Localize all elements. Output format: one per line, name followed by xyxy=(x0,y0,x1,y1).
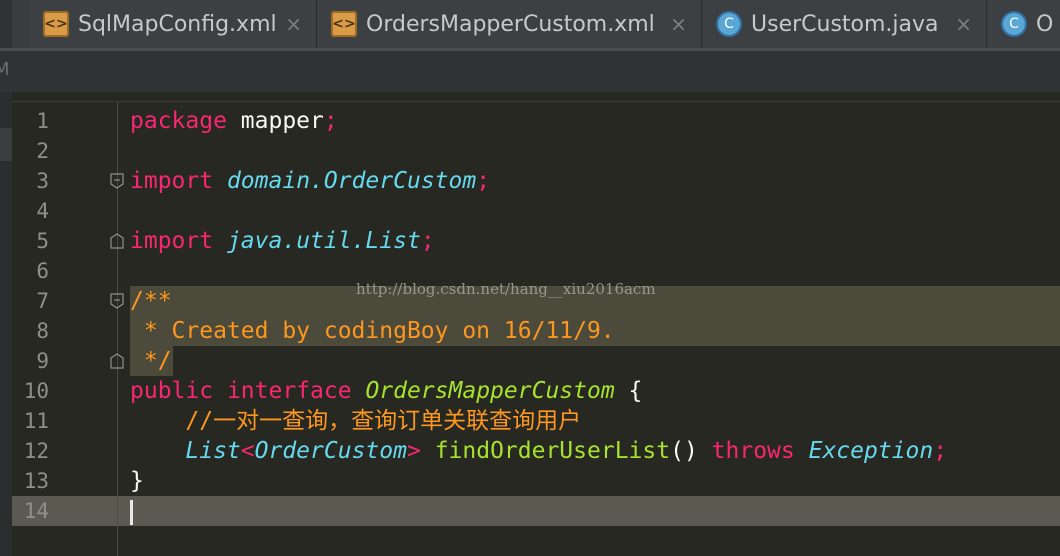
line-number: 14 xyxy=(23,499,49,523)
code-line[interactable]: 11 //一对一查询，查询订单关联查询用户 xyxy=(12,406,1060,436)
code-line[interactable]: 12 List<OrderCustom> findOrderUserList()… xyxy=(12,436,1060,466)
tab-bar-left-edge xyxy=(0,0,12,51)
code-line[interactable]: 9 */ xyxy=(12,346,1060,376)
breadcrumb-text: M xyxy=(0,59,10,80)
line-number: 4 xyxy=(36,199,49,223)
line-number: 2 xyxy=(36,139,49,163)
close-icon[interactable]: × xyxy=(955,12,972,36)
punctuation: ; xyxy=(933,438,948,464)
xml-file-icon: <> xyxy=(43,11,69,37)
tab-usercustom-java[interactable]: C UserCustom.java × xyxy=(703,0,987,48)
editor-tab-bar: <> SqlMapConfig.xml × <> OrdersMapperCus… xyxy=(0,0,1060,51)
code-line[interactable]: 1 package mapper; xyxy=(12,106,1060,136)
fold-minus-icon[interactable] xyxy=(110,173,124,189)
punctuation: ; xyxy=(476,168,491,194)
line-number: 8 xyxy=(36,319,49,343)
java-class-icon: C xyxy=(716,11,742,37)
doc-comment[interactable]: /** xyxy=(130,286,172,316)
keyword: package xyxy=(130,108,227,134)
line-number: 5 xyxy=(36,229,49,253)
line-number: 3 xyxy=(36,169,49,193)
line-number: 1 xyxy=(36,109,49,133)
interface-name: OrdersMapperCustom xyxy=(365,378,615,404)
brace: { xyxy=(614,378,643,404)
parentheses: () xyxy=(670,438,698,464)
punctuation: ; xyxy=(420,228,435,254)
watermark: http://blog.csdn.net/hang__xiu2016acm xyxy=(356,280,656,298)
code-line[interactable]: 10 public interface OrdersMapperCustom { xyxy=(12,376,1060,406)
code-line[interactable]: 5 import java.util.List; xyxy=(12,226,1060,256)
code-line[interactable]: 8 * Created by codingBoy on 16/11/9. xyxy=(12,316,1060,346)
type-name: Exception xyxy=(808,438,934,464)
keyword: public xyxy=(130,378,214,404)
close-icon[interactable]: × xyxy=(285,12,302,36)
line-number: 11 xyxy=(23,409,49,433)
code-line[interactable]: 14 xyxy=(12,496,1060,526)
breadcrumb: M xyxy=(0,51,1060,92)
type-name: OrderCustom xyxy=(254,438,407,464)
code-lines[interactable]: 1 package mapper; 2 3 import domain.Orde… xyxy=(12,106,1060,526)
code-text[interactable]: import java.util.List; xyxy=(130,226,435,256)
line-number: 9 xyxy=(36,349,49,373)
code-line[interactable]: 13 } xyxy=(12,466,1060,496)
tab-sqlmapconfig-xml[interactable]: <> SqlMapConfig.xml × xyxy=(30,0,317,48)
doc-comment[interactable]: * Created by codingBoy on 16/11/9. xyxy=(130,316,615,346)
line-number: 7 xyxy=(36,289,49,313)
type-name: java.util.List xyxy=(226,228,421,254)
code-line[interactable]: 4 xyxy=(12,196,1060,226)
line-number: 6 xyxy=(36,259,49,283)
close-icon[interactable]: × xyxy=(670,12,687,36)
left-tool-strip xyxy=(0,92,12,556)
tab-label: UserCustom.java xyxy=(751,11,939,37)
method-name: findOrderUserList xyxy=(434,438,671,464)
line-number: 10 xyxy=(23,379,49,403)
tab-label: O xyxy=(1036,11,1054,37)
type-name: domain.OrderCustom xyxy=(226,168,477,194)
tab-truncated[interactable]: C O xyxy=(988,0,1060,48)
code-text[interactable]: public interface OrdersMapperCustom { xyxy=(130,376,642,406)
code-text[interactable]: List<OrderCustom> findOrderUserList() th… xyxy=(130,436,947,466)
tab-label: OrdersMapperCustom.xml xyxy=(366,11,655,37)
angle-bracket: > xyxy=(406,438,421,464)
editor-top-edge xyxy=(12,101,1060,102)
java-class-icon: C xyxy=(1001,11,1027,37)
keyword: import xyxy=(130,228,214,254)
keyword: throws xyxy=(711,438,795,464)
keyword: interface xyxy=(226,378,352,404)
tab-label: SqlMapConfig.xml xyxy=(78,11,277,37)
identifier: mapper xyxy=(226,108,324,134)
code-text[interactable]: package mapper; xyxy=(130,106,338,136)
fold-end-icon[interactable] xyxy=(110,233,124,249)
keyword: import xyxy=(130,168,214,194)
fold-end-icon[interactable] xyxy=(110,353,124,369)
xml-file-icon: <> xyxy=(331,11,357,37)
text-caret xyxy=(130,500,133,525)
line-number: 12 xyxy=(23,439,49,463)
left-tool-strip-marker xyxy=(0,128,12,161)
line-comment: //一对一查询，查询订单关联查询用户 xyxy=(185,408,582,434)
angle-bracket: < xyxy=(240,438,255,464)
code-text[interactable]: import domain.OrderCustom; xyxy=(130,166,490,196)
tab-ordersmappercustom-xml[interactable]: <> OrdersMapperCustom.xml × xyxy=(318,0,702,48)
code-text[interactable]: //一对一查询，查询订单关联查询用户 xyxy=(130,406,581,436)
code-line[interactable]: 3 import domain.OrderCustom; xyxy=(12,166,1060,196)
fold-minus-icon[interactable] xyxy=(110,293,124,309)
type-name: List xyxy=(185,438,241,464)
line-number: 13 xyxy=(23,469,49,493)
code-line[interactable]: 2 xyxy=(12,136,1060,166)
punctuation: ; xyxy=(323,108,338,134)
closing-brace[interactable]: } xyxy=(130,466,144,496)
doc-comment[interactable]: */ xyxy=(130,346,172,376)
